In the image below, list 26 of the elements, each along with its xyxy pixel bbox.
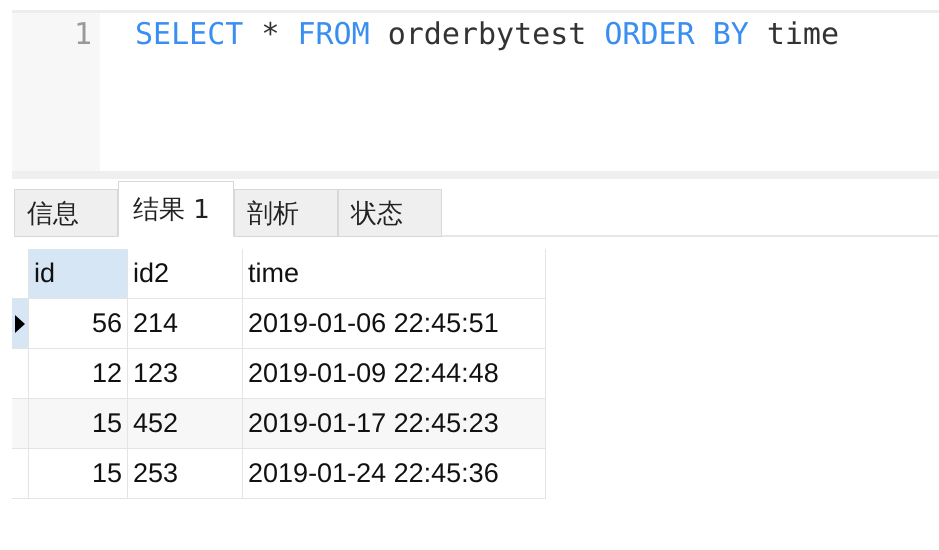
sql-keyword: BY [712,16,749,54]
table-cell: 15 [28,398,128,448]
table-cell: 2019-01-17 22:45:23 [242,398,546,448]
table-cell: 2019-01-24 22:45:36 [242,448,546,498]
table-cell: 2019-01-06 22:45:51 [242,298,546,348]
row-pointer-icon [15,314,25,332]
table-cell: 56 [28,298,128,348]
table-cell: 15 [28,448,128,498]
sql-keyword: ORDER [604,16,695,54]
result-tab[interactable]: 信息 [14,189,118,237]
sql-keyword: SELECT [135,16,244,54]
sql-token: orderbytest [388,16,586,54]
table-cell: 253 [128,448,242,498]
table-cell: 452 [128,398,242,448]
sql-token: * [261,16,280,54]
column-header[interactable]: time [242,249,546,298]
column-header[interactable]: id [28,249,128,298]
sql-token: time [766,16,840,54]
result-tab[interactable]: 剖析 [234,189,338,237]
line-number: 1 [72,16,92,54]
result-tab[interactable]: 结果 1 [118,181,234,237]
result-tab[interactable]: 状态 [338,189,442,237]
sql-keyword: FROM [297,16,370,54]
table-cell: 214 [128,298,242,348]
column-header[interactable]: id2 [128,249,242,298]
row-selector[interactable] [12,298,28,348]
